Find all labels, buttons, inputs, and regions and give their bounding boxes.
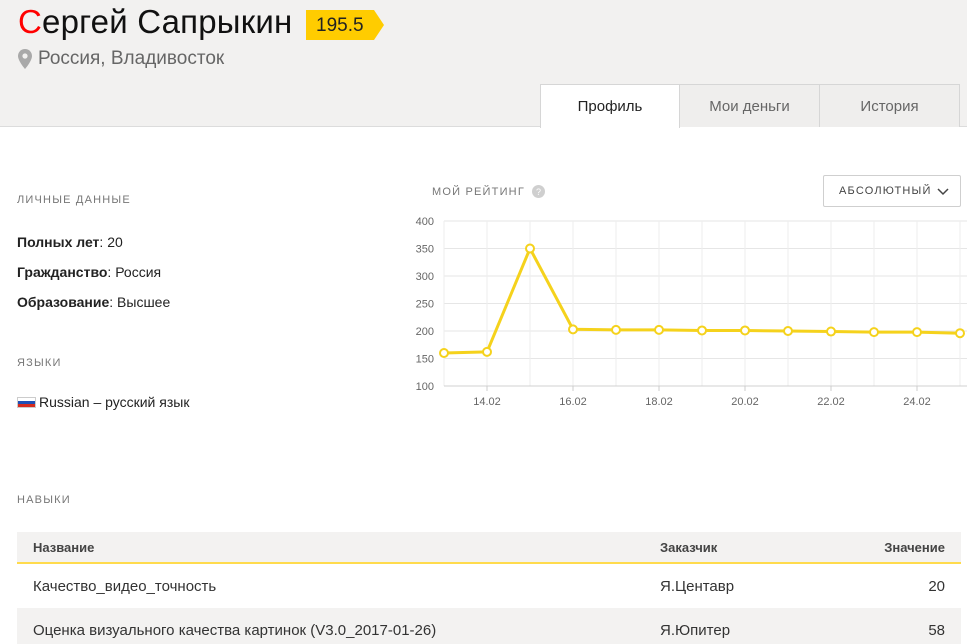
data-point [439, 348, 449, 358]
data-point [826, 326, 836, 337]
personal-data-title: ЛИЧНЫЕ ДАННЫЕ [17, 194, 131, 206]
language-label: Russian – русский язык [39, 394, 190, 410]
rating-chart: 100 150 200 250 300 350 400 14.02 16.02 18.02 20.… [416, 216, 967, 408]
age-value: : 20 [99, 234, 123, 250]
age-label: Полных лет [17, 234, 100, 250]
age-line: Полных лет: 20 [17, 234, 123, 250]
x-tick-label: 24.02 [903, 396, 931, 408]
chart-grid [443, 220, 967, 391]
citizenship-line: Гражданство: Россия [17, 264, 161, 280]
languages-title: ЯЗЫКИ [17, 357, 62, 369]
data-point [611, 324, 621, 335]
data-point [783, 326, 793, 336]
x-axis-ticks: 14.02 16.02 18.02 20.02 22.02 24.02 [473, 396, 931, 408]
education-label: Образование [17, 294, 110, 310]
data-point [697, 325, 707, 336]
y-tick-label: 300 [416, 271, 434, 283]
data-point [482, 346, 492, 357]
rating-badge: 195.5 [306, 10, 384, 40]
y-tick-label: 250 [416, 299, 434, 311]
skill-customer: Я.Центавр [660, 577, 735, 595]
skill-value: 58 [928, 621, 945, 639]
user-name-first-letter: С [18, 3, 43, 40]
column-header-customer[interactable]: Заказчик [660, 540, 717, 555]
rating-chart-title: МОЙ РЕЙТИНГ ? [432, 185, 545, 198]
y-tick-label: 350 [416, 244, 434, 256]
skill-name: Качество_видео_точность [33, 577, 217, 595]
column-header-value[interactable]: Значение [884, 540, 945, 555]
y-tick-label: 200 [416, 326, 434, 338]
user-name-rest: ергей Сапрыкин [42, 3, 293, 40]
profile-tabs: Профиль Мои деньги История [540, 84, 960, 128]
tab-profile[interactable]: Профиль [540, 84, 680, 128]
chevron-down-icon [937, 188, 949, 196]
citizenship-value: : Россия [107, 264, 162, 280]
x-tick-label: 22.02 [817, 396, 845, 408]
tab-history[interactable]: История [820, 84, 960, 127]
data-point [869, 327, 879, 338]
data-point [568, 324, 578, 335]
skills-title: НАВЫКИ [17, 494, 71, 506]
rating-mode-value: АБСОЛЮТНЫЙ [839, 185, 932, 197]
tab-my-money[interactable]: Мои деньги [680, 84, 820, 127]
table-row: Качество_видео_точность Я.Центавр 20 [17, 564, 961, 608]
skill-value: 20 [928, 577, 945, 595]
citizenship-label: Гражданство [17, 264, 108, 280]
table-header: Название Заказчик Значение [17, 532, 961, 564]
x-tick-label: 14.02 [473, 396, 501, 408]
y-tick-label: 150 [416, 354, 434, 366]
data-point [654, 324, 664, 335]
skill-name: Оценка визуального качества картинок (V3… [33, 621, 437, 639]
location: Россия, Владивосток [18, 48, 224, 70]
user-name: Сергей Сапрыкин [18, 3, 292, 41]
data-point [525, 243, 535, 254]
rating-value: 195.5 [316, 15, 364, 36]
y-tick-label: 400 [416, 216, 434, 228]
table-row: Оценка визуального качества картинок (V3… [17, 608, 961, 644]
skill-customer: Я.Юпитер [660, 621, 731, 639]
y-tick-label: 100 [416, 381, 434, 393]
rating-title-text: МОЙ РЕЙТИНГ [432, 185, 525, 198]
language-item: Russian – русский язык [17, 394, 189, 410]
education-line: Образование: Высшее [17, 294, 170, 310]
education-value: : Высшее [109, 294, 171, 310]
data-point [740, 325, 750, 336]
column-header-name[interactable]: Название [33, 540, 94, 555]
map-pin-icon [18, 49, 32, 69]
x-tick-label: 16.02 [559, 396, 587, 408]
profile-header: Сергей Сапрыкин 195.5 Россия, Владивосто… [0, 0, 967, 128]
russia-flag-icon [17, 396, 36, 408]
x-tick-label: 20.02 [731, 396, 759, 408]
data-point [955, 328, 965, 339]
x-tick-label: 18.02 [645, 396, 673, 408]
rating-mode-select[interactable]: АБСОЛЮТНЫЙ [823, 175, 961, 207]
data-point [912, 327, 922, 338]
y-axis-ticks: 100 150 200 250 300 350 400 [416, 216, 434, 393]
skills-table: Название Заказчик Значение Качество_виде… [17, 532, 961, 644]
help-icon[interactable]: ? [532, 185, 545, 198]
location-text: Россия, Владивосток [38, 48, 225, 69]
